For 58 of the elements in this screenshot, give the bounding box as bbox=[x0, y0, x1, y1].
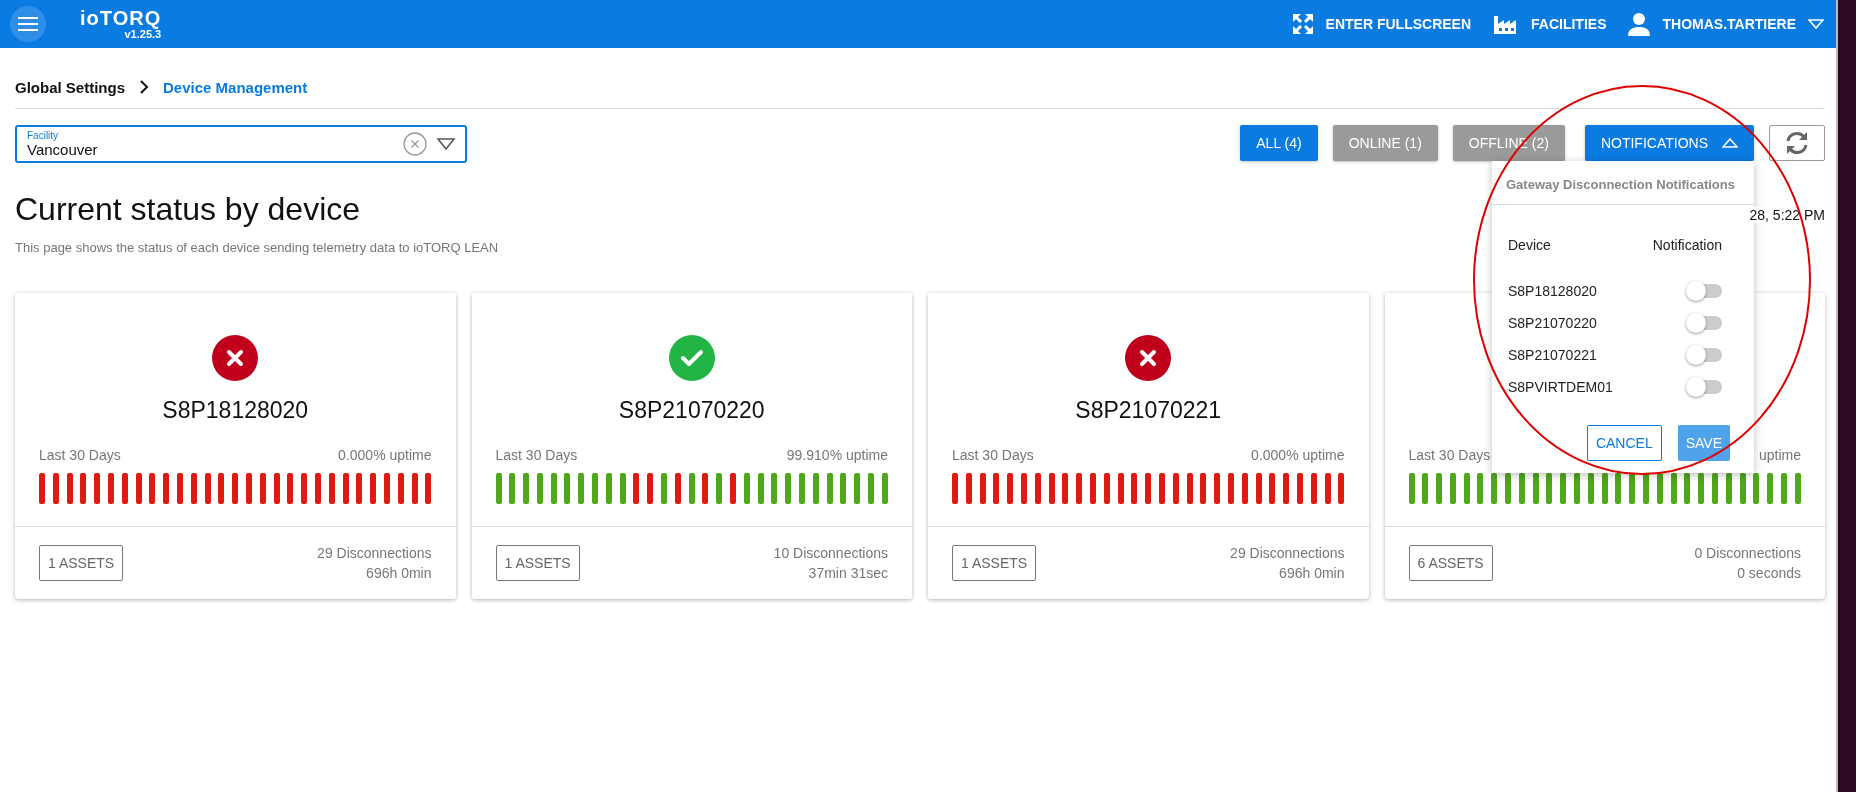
period-label: Last 30 Days bbox=[952, 447, 1034, 463]
downtime-duration: 0 seconds bbox=[1737, 565, 1801, 581]
clear-icon[interactable] bbox=[403, 132, 427, 156]
downtime-duration: 696h 0min bbox=[1279, 565, 1345, 581]
expand-arrows-icon bbox=[1291, 13, 1314, 35]
app-bar-action[interactable]: THOMAS.TARTIERE bbox=[1628, 12, 1824, 36]
column-header: Device bbox=[1508, 237, 1551, 253]
page-title: Current status by device bbox=[15, 191, 361, 228]
uptime-text: uptime bbox=[1758, 447, 1801, 463]
app-bar-action[interactable]: FACILITIES bbox=[1493, 14, 1607, 34]
chevron-right-icon bbox=[139, 80, 149, 94]
facility-select[interactable]: Facility Vancouver bbox=[15, 125, 467, 163]
filter-button[interactable]: ALL (4) bbox=[1240, 125, 1318, 161]
downtime-duration: 696h 0min bbox=[366, 565, 432, 581]
disconnections-count: 29 Disconnections bbox=[1230, 545, 1345, 561]
device-name: S8P21070221 bbox=[1508, 347, 1597, 363]
uptime-text: 99.910% uptime bbox=[786, 447, 888, 463]
device-name: S8P21070221 bbox=[1075, 397, 1222, 423]
caret-icon bbox=[1722, 138, 1738, 148]
disconnections-count: 29 Disconnections bbox=[317, 545, 432, 561]
device-name: S8P18128020 bbox=[1508, 283, 1597, 299]
dropdown-caret-icon[interactable] bbox=[437, 138, 455, 150]
cancel-button[interactable]: CANCEL bbox=[1586, 425, 1662, 461]
disconnections-count: 0 Disconnections bbox=[1694, 545, 1801, 561]
menu-button[interactable] bbox=[10, 6, 46, 42]
filter-button[interactable]: ONLINE (1) bbox=[1332, 125, 1438, 161]
app-bar-action[interactable]: ENTER FULLSCREEN bbox=[1291, 13, 1472, 35]
menu-icon bbox=[18, 16, 38, 32]
assets-button[interactable]: 1 ASSETS bbox=[952, 545, 1037, 581]
save-button[interactable]: SAVE bbox=[1677, 425, 1730, 461]
column-header: Notification bbox=[1652, 237, 1722, 253]
period-label: Last 30 Days bbox=[39, 447, 121, 463]
menu-title: Gateway Disconnection Notifications bbox=[1492, 161, 1754, 205]
field-value: Vancouver bbox=[27, 141, 99, 158]
page-subtitle: This page shows the status of each device sending telemetry data to ioTORQ LEAN bbox=[15, 240, 499, 255]
field-label: Facility bbox=[27, 130, 60, 141]
refresh-button[interactable] bbox=[1769, 125, 1825, 161]
device-name: S8P18128020 bbox=[162, 397, 309, 423]
device-name: S8P21070220 bbox=[1508, 315, 1597, 331]
assets-button[interactable]: 1 ASSETS bbox=[495, 545, 580, 581]
notifications-button[interactable]: NOTIFICATIONS bbox=[1584, 125, 1754, 161]
breadcrumb-link[interactable]: Global Settings bbox=[15, 78, 125, 96]
uptime-text: 0.000% uptime bbox=[1251, 447, 1345, 463]
caret-icon bbox=[1808, 19, 1824, 29]
uptime-text: 0.000% uptime bbox=[338, 447, 432, 463]
assets-button[interactable]: 6 ASSETS bbox=[1408, 545, 1493, 581]
device-name: S8P21070220 bbox=[618, 397, 765, 423]
app-version: v1.25.3 bbox=[124, 28, 162, 40]
breadcrumb-link[interactable]: Device Management bbox=[163, 78, 308, 96]
disconnections-count: 10 Disconnections bbox=[773, 545, 888, 561]
downtime-duration: 37min 31sec bbox=[808, 565, 888, 581]
refresh-icon bbox=[1784, 131, 1810, 155]
user-icon bbox=[1628, 12, 1651, 36]
assets-button[interactable]: 1 ASSETS bbox=[39, 545, 124, 581]
app-logo: ioTORQ bbox=[80, 8, 162, 28]
device-name: S8PVIRTDEM01 bbox=[1508, 379, 1613, 395]
period-label: Last 30 Days bbox=[495, 447, 578, 463]
period-label: Last 30 Days bbox=[1408, 447, 1491, 463]
